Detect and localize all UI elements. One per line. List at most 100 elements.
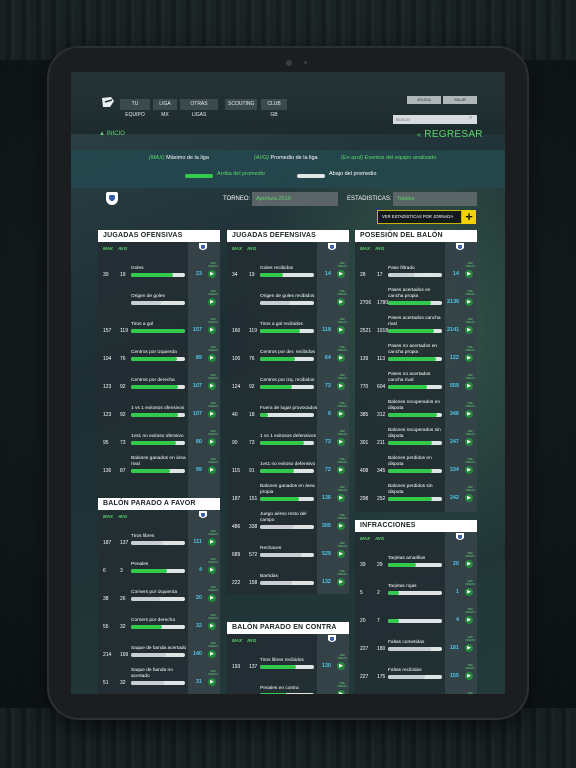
panel-infracciones: INFRACCIONES MAX AVG 39 29 Tarjetas amarillas… [355,520,477,694]
play-video-icon[interactable]: ▶ [337,410,345,418]
play-video-icon[interactable]: ▶ [465,382,473,390]
play-video-icon[interactable]: ▶ [208,466,216,474]
stat-bar-fill [260,385,292,389]
stat-row: Fuera de lugar provocadosVER VIDEOS▶ [355,686,477,694]
max-column-label: MAX [103,246,113,251]
torneo-select[interactable]: Apertura 2019 [252,192,338,206]
stat-max: 2706 [360,300,372,306]
play-video-icon[interactable]: ▶ [465,298,473,306]
play-video-icon[interactable]: ▶ [465,644,473,652]
play-video-icon[interactable]: ▶ [208,382,216,390]
ver-videos-label: VER VIDEOS [465,552,475,558]
play-video-icon[interactable]: ▶ [337,578,345,586]
play-video-icon[interactable]: ▶ [337,326,345,334]
nav-liga-mx[interactable]: LIGA MX [153,99,177,118]
stat-avg: 2 [377,590,380,596]
regresar-link[interactable]: « REGRESAR [417,129,483,140]
play-video-icon[interactable]: ▶ [465,616,473,624]
stat-label-text: Pases no acertados cancha rival [388,372,431,383]
stat-bar-track [131,597,185,601]
play-video-icon[interactable]: ▶ [208,678,216,686]
legend-blue-text: Eventos del equipo analizado [364,155,437,161]
play-video-icon[interactable]: ▶ [208,438,216,446]
stat-bar-fill [260,581,292,585]
search-input[interactable]: Buscar [393,115,477,124]
stat-label: Faltas recibidas [388,660,446,674]
play-video-icon[interactable]: ▶ [465,410,473,418]
nav-club-gb[interactable]: CLUB GB [261,99,287,118]
play-video-icon[interactable]: ▶ [208,326,216,334]
stat-max: 34 [232,272,238,278]
play-video-icon[interactable]: ▶ [208,566,216,574]
camera-icon [286,60,292,66]
stat-bar-fill [131,569,168,573]
play-video-icon[interactable]: ▶ [208,410,216,418]
stat-max: 486 [232,524,241,530]
stat-label-text: Balones perdidos en disputa [388,456,432,467]
stat-bar-fill [131,625,163,629]
ver-videos-label: VER VIDEOS [465,430,475,436]
search-icon[interactable]: ⌕ [469,115,472,122]
play-video-icon[interactable]: ▶ [208,298,216,306]
nav-otras-ligas[interactable]: OTRAS LIGAS [180,99,218,118]
ver-estadisticas-jornada-button[interactable]: VER ESTADÍSTICAS POR JORNADA [377,210,462,224]
play-video-icon[interactable]: ▶ [465,326,473,334]
play-video-icon[interactable]: ▶ [337,662,345,670]
ayuda-button[interactable]: AYUDA [407,96,441,104]
nav-scouting[interactable]: SCOUTING [225,99,257,110]
play-video-icon[interactable]: ▶ [337,466,345,474]
play-video-icon[interactable]: ▶ [337,438,345,446]
stat-bar-track [131,569,185,573]
play-video-icon[interactable]: ▶ [337,550,345,558]
legend-max-tag: (MAX) [149,155,165,161]
stat-label-text: Penales en contra [260,686,299,691]
app-logo-icon[interactable] [101,96,115,108]
play-video-icon[interactable]: ▶ [208,650,216,658]
avg-column-label: AVG [247,638,257,643]
panel-column-header: MAX AVG [227,242,349,256]
stat-label-text: Pases acertados en cancha propia [388,288,431,299]
legend-blue: (En azul) Eventos del equipo analizado [341,155,436,161]
stat-team-value: 155 [449,673,459,679]
play-video-icon[interactable]: ▶ [465,588,473,596]
play-video-icon[interactable]: ▶ [465,354,473,362]
ver-videos-label: VER VIDEOS [465,664,475,670]
inicio-link[interactable]: ▲ INICIO [99,131,125,137]
play-video-icon[interactable]: ▶ [208,538,216,546]
ver-videos-label: VER VIDEOS [337,654,347,660]
play-video-icon[interactable]: ▶ [337,298,345,306]
play-video-icon[interactable]: ▶ [337,354,345,362]
play-video-icon[interactable]: ▶ [337,382,345,390]
legend-avg-text: Promedio de la liga [270,155,318,161]
stat-avg: 32 [120,624,126,630]
play-video-icon[interactable]: ▶ [208,270,216,278]
play-video-icon[interactable]: ▶ [465,466,473,474]
play-video-icon[interactable]: ▶ [465,494,473,502]
stat-avg: 169 [120,652,129,658]
stat-team-value: 23 [195,271,202,277]
play-video-icon[interactable]: ▶ [465,560,473,568]
play-video-icon[interactable]: ▶ [465,270,473,278]
legend-avg: (AVG) Promedio de la liga [254,155,318,161]
stat-label: 1 vs 1 exitosos defensivos [260,426,318,440]
play-video-icon[interactable]: ▶ [208,594,216,602]
play-video-icon[interactable]: ▶ [337,690,345,694]
plus-icon[interactable]: + [462,210,476,224]
play-video-icon[interactable]: ▶ [465,438,473,446]
play-video-icon[interactable]: ▶ [208,622,216,630]
nav-tu-equipo[interactable]: TU EQUIPO [120,99,150,118]
estadisticas-select[interactable]: Totales [393,192,477,206]
salir-button[interactable]: SALIR [443,96,477,104]
ver-videos-label: VER VIDEOS [465,402,475,408]
stat-avg: 604 [377,384,386,390]
play-video-icon[interactable]: ▶ [337,270,345,278]
stat-bar-fill [388,619,399,623]
play-video-icon[interactable]: ▶ [337,522,345,530]
stat-label: Corners por derecha [131,610,189,624]
stat-row: Origen de goles recibidos VER VIDEOS ▶ [227,284,349,312]
play-video-icon[interactable]: ▶ [337,494,345,502]
ver-videos-label: VER VIDEOS [208,614,218,620]
play-video-icon[interactable]: ▶ [465,672,473,680]
play-video-icon[interactable]: ▶ [208,354,216,362]
stat-label: Centros por der. recibidos [260,342,318,356]
